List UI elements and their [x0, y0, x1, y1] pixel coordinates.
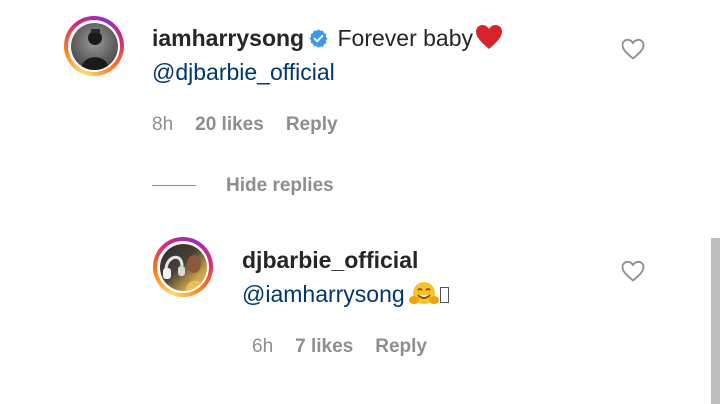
verified-badge-icon	[308, 25, 329, 57]
mention-link[interactable]: @iamharrysong	[242, 281, 405, 307]
red-heart-emoji-icon	[475, 24, 503, 58]
comment-username[interactable]: djbarbie_official	[242, 247, 418, 273]
comment-meta: 6h 7 likes Reply	[252, 336, 449, 358]
comment-time: 8h	[152, 114, 174, 135]
missing-glyph-icon	[439, 287, 449, 303]
reply-button[interactable]: Reply	[286, 114, 338, 135]
hide-replies-label: Hide replies	[226, 175, 334, 196]
avatar[interactable]	[153, 237, 213, 297]
comment-time: 6h	[252, 336, 274, 357]
comment-meta: 8h 20 likes Reply	[152, 114, 360, 136]
dj-headphones-icon	[162, 254, 205, 291]
avatar-photo	[159, 243, 207, 291]
avatar-photo	[70, 22, 118, 70]
hugging-face-emoji-icon	[408, 281, 439, 315]
heart-outline-icon[interactable]	[621, 38, 645, 60]
comment-body: iamharrysong Forever baby	[152, 22, 503, 58]
comment-body-line2: @iamharrysong	[242, 278, 449, 315]
avatar-ring-gap	[68, 20, 120, 72]
avatar-ring-gap	[157, 241, 209, 293]
likes-count[interactable]: 20 likes	[195, 114, 264, 135]
likes-count[interactable]: 7 likes	[295, 336, 353, 357]
comment-body-line2: @dj​barbie_official	[152, 56, 335, 88]
mention-link[interactable]: @dj​barbie_official	[152, 59, 335, 85]
hide-replies-button[interactable]: Hide replies	[152, 175, 334, 197]
person-silhouette-icon	[80, 28, 109, 70]
avatar[interactable]	[64, 16, 124, 76]
heart-outline-icon[interactable]	[621, 260, 645, 282]
comment-text: Forever baby	[337, 25, 474, 51]
divider-line	[152, 185, 196, 187]
comment-body: djbarbie_official	[242, 244, 418, 276]
scrollbar[interactable]	[711, 238, 720, 404]
comment-username[interactable]: iamharrysong	[152, 25, 304, 51]
reply-button[interactable]: Reply	[375, 336, 427, 357]
